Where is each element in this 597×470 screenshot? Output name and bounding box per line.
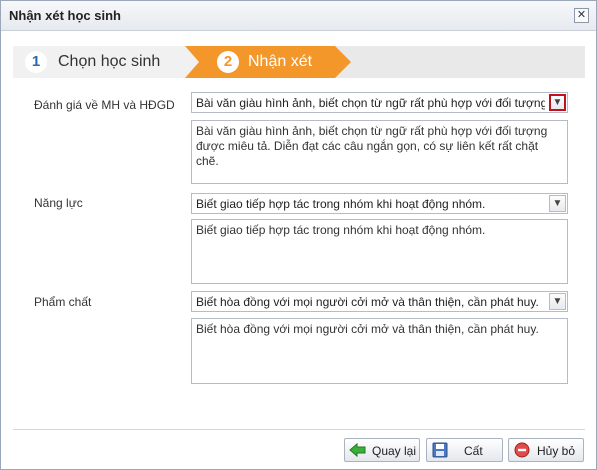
dialog-titlebar: Nhận xét học sinh ✕ bbox=[1, 1, 596, 31]
step-number: 2 bbox=[217, 51, 239, 73]
nang-luc-selected: Biết giao tiếp hợp tác trong nhóm khi ho… bbox=[196, 197, 486, 211]
back-button[interactable]: Quay lại bbox=[344, 438, 420, 462]
nang-luc-comment[interactable]: Biết giao tiếp hợp tác trong nhóm khi ho… bbox=[191, 219, 568, 284]
dialog-title: Nhận xét học sinh bbox=[9, 8, 121, 23]
arrow-left-icon bbox=[349, 442, 366, 458]
save-label: Cất bbox=[464, 444, 483, 458]
chevron-down-icon[interactable]: ▼ bbox=[549, 195, 566, 212]
comment-dialog: Nhận xét học sinh ✕ 1 Chọn học sinh 2 Nh… bbox=[0, 0, 597, 470]
step-number: 1 bbox=[25, 51, 47, 73]
pham-chat-label: Phẩm chất bbox=[34, 295, 92, 309]
step-choose-student[interactable]: 1 Chọn học sinh bbox=[13, 46, 199, 78]
chevron-down-icon[interactable]: ▼ bbox=[549, 94, 566, 111]
nang-luc-label: Năng lực bbox=[34, 196, 83, 210]
nang-luc-select[interactable]: Biết giao tiếp hợp tác trong nhóm khi ho… bbox=[191, 193, 568, 214]
save-button[interactable]: Cất bbox=[426, 438, 503, 462]
footer-divider bbox=[13, 429, 585, 430]
step-label: Chọn học sinh bbox=[58, 53, 161, 70]
cancel-button[interactable]: Hủy bỏ bbox=[508, 438, 584, 462]
close-button[interactable]: ✕ bbox=[574, 8, 589, 23]
step-comment[interactable]: 2 Nhận xét bbox=[185, 46, 351, 78]
mh-hdgd-comment[interactable]: Bài văn giàu hình ảnh, biết chọn từ ngữ … bbox=[191, 120, 568, 184]
pham-chat-comment[interactable]: Biết hòa đồng với mọi người cởi mở và th… bbox=[191, 318, 568, 384]
mh-hdgd-select[interactable]: Bài văn giàu hình ảnh, biết chọn từ ngữ … bbox=[191, 92, 568, 113]
mh-hdgd-selected: Bài văn giàu hình ảnh, biết chọn từ ngữ … bbox=[196, 96, 545, 110]
wizard-steps: 1 Chọn học sinh 2 Nhận xét bbox=[13, 46, 585, 78]
pham-chat-selected: Biết hòa đồng với mọi người cởi mở và th… bbox=[196, 295, 539, 309]
cancel-icon bbox=[514, 442, 530, 458]
step-label: Nhận xét bbox=[248, 53, 313, 70]
back-label: Quay lại bbox=[372, 444, 417, 458]
chevron-down-icon[interactable]: ▼ bbox=[549, 293, 566, 310]
floppy-disk-icon bbox=[432, 442, 448, 458]
mh-hdgd-label: Đánh giá về MH và HĐGD bbox=[34, 98, 175, 112]
pham-chat-select[interactable]: Biết hòa đồng với mọi người cởi mở và th… bbox=[191, 291, 568, 312]
cancel-label: Hủy bỏ bbox=[537, 444, 576, 458]
